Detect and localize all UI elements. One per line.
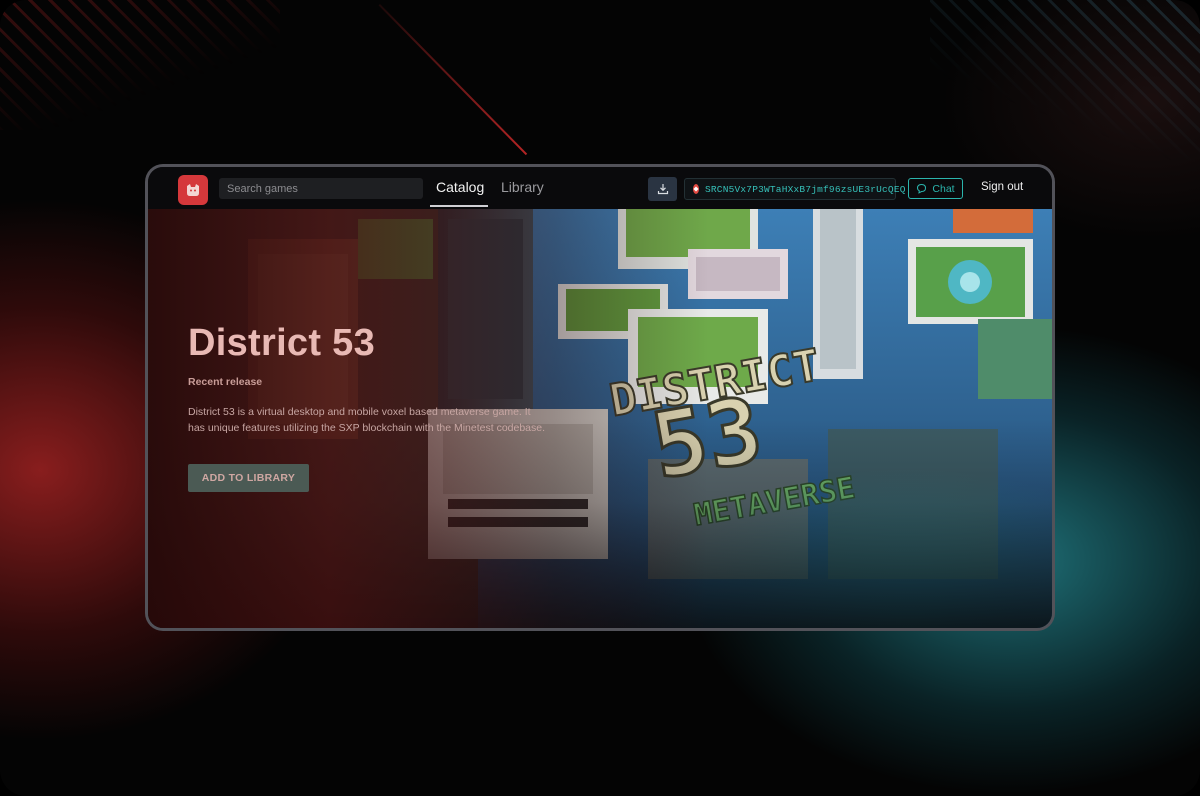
wallet-token-icon [693, 184, 699, 194]
download-button[interactable] [648, 177, 677, 201]
chat-label: Chat [932, 182, 955, 195]
chat-bubble-icon [917, 183, 927, 194]
featured-game-description: District 53 is a virtual desktop and mob… [188, 406, 546, 434]
active-tab-indicator [430, 205, 488, 207]
app-window: Catalog Library SRCN5Vx7P3WTaHXxB7jmf96z… [145, 164, 1055, 631]
wallet-address-display[interactable]: SRCN5Vx7P3WTaHXxB7jmf96zsUE3rUcQEQ [684, 178, 905, 200]
tab-library[interactable]: Library [501, 179, 544, 195]
sign-out-link[interactable]: Sign out [981, 181, 1023, 193]
featured-game-subtitle: Recent release [188, 376, 263, 388]
app-logo-icon[interactable] [178, 175, 208, 205]
add-to-library-button[interactable]: ADD TO LIBRARY [188, 464, 309, 492]
download-icon [657, 184, 668, 195]
featured-game-banner: DISTRICT 53 METAVERSE District 53 Recent… [148, 209, 1052, 628]
top-navigation-bar: Catalog Library SRCN5Vx7P3WTaHXxB7jmf96z… [148, 167, 1052, 209]
featured-game-title: District 53 [188, 322, 376, 364]
tab-catalog[interactable]: Catalog [436, 179, 484, 195]
wallet-address: SRCN5Vx7P3WTaHXxB7jmf96zsUE3rUcQEQ [705, 183, 906, 195]
search-input[interactable] [219, 178, 423, 199]
decorative-stripes-right [930, 0, 1200, 160]
chat-button[interactable]: Chat [908, 178, 963, 199]
decorative-diagonal-line [378, 4, 528, 156]
decorative-stripes-left [0, 0, 280, 130]
